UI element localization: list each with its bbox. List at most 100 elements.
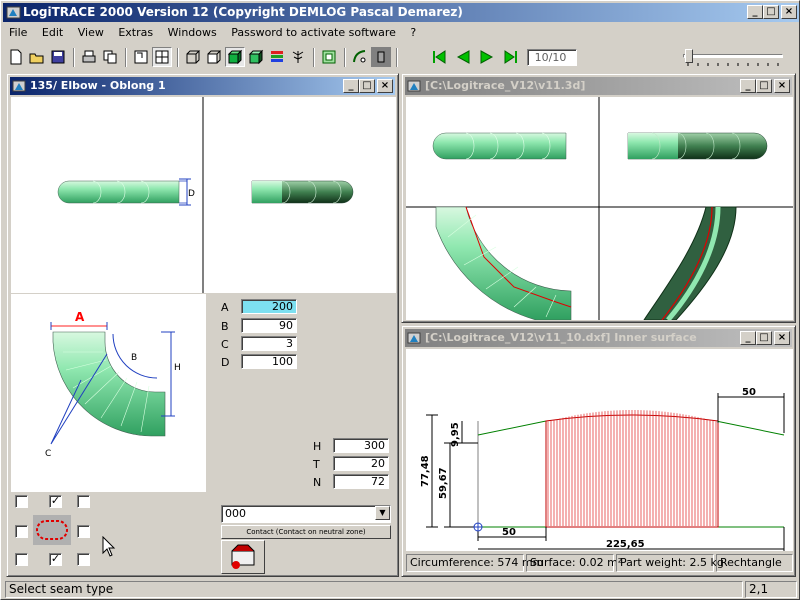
menu-password[interactable]: Password to activate software (231, 26, 396, 39)
param-h-field[interactable]: 300 (333, 438, 389, 453)
contact-button[interactable]: Contact (Contact on neutral zone) (221, 525, 391, 539)
app-titlebar[interactable]: LogiTRACE 2000 Version 12 (Copyright DEM… (3, 3, 799, 22)
3d-elbow-drawing (406, 97, 793, 322)
dim-h-label: H (174, 363, 181, 373)
minimize-button[interactable]: _ (343, 79, 359, 93)
page-counter: 10/10 (527, 49, 577, 66)
maximize-button[interactable]: □ (359, 79, 375, 93)
dim-b-label: B (131, 353, 137, 363)
dim-top-label: 50 (742, 387, 756, 398)
shaded-cube-icon[interactable] (225, 47, 245, 67)
curve-icon[interactable] (350, 47, 370, 67)
3d-window-titlebar[interactable]: [C:\Logitrace_V12\v11.3d] _ □ × (405, 77, 792, 95)
menu-windows[interactable]: Windows (168, 26, 217, 39)
shape-info: Rechtangle (716, 554, 793, 572)
dxf-canvas: 50 77,48 59,67 9,95 50 225,65 (406, 349, 793, 551)
maximize-button[interactable]: □ (756, 331, 772, 345)
single-view-icon[interactable] (131, 47, 151, 67)
seam-checkbox-bottom-middle[interactable]: ✓ (49, 553, 62, 566)
previous-page-icon[interactable] (453, 47, 473, 67)
chevron-down-icon[interactable]: ▼ (375, 506, 390, 520)
window-app-icon (12, 80, 26, 92)
seam-type-value: 000 (225, 507, 246, 520)
gray-tool-icon[interactable] (371, 47, 391, 67)
param-t-field[interactable]: 20 (333, 456, 389, 471)
close-button[interactable]: × (781, 5, 797, 19)
app-icon (6, 6, 21, 19)
tree-icon[interactable] (288, 47, 308, 67)
mouse-cursor-icon (102, 536, 116, 557)
maximize-button[interactable]: □ (756, 79, 772, 93)
minimize-button[interactable]: _ (747, 5, 763, 19)
param-a-field[interactable]: 200 (241, 299, 297, 314)
dim-bottom-total-label: 225,65 (606, 539, 645, 550)
dim-left-small-label: 9,95 (450, 422, 461, 447)
menu-help[interactable]: ? (410, 26, 416, 39)
seam-checkbox-top-middle[interactable]: ✓ (49, 495, 62, 508)
smooth-cube-icon[interactable] (246, 47, 266, 67)
seam-checkbox-middle-left[interactable] (15, 525, 28, 538)
seam-tool-icon (231, 544, 255, 569)
3d-view-canvas (406, 97, 793, 322)
elbow-top-views: D (11, 97, 396, 293)
seam-checkbox-top-left[interactable] (15, 495, 28, 508)
param-a-label: A (221, 301, 229, 314)
seam-type-combo[interactable]: 000 ▼ (221, 505, 391, 523)
minimize-button[interactable]: _ (740, 79, 756, 93)
param-n-field[interactable]: 72 (333, 474, 389, 489)
close-button[interactable]: × (774, 79, 790, 93)
dim-left-outer-label: 77,48 (420, 455, 431, 487)
menubar: File Edit View Extras Windows Password t… (3, 23, 799, 42)
app-window: LogiTRACE 2000 Version 12 (Copyright DEM… (0, 0, 800, 600)
elbow-window-title: 135/ Elbow - Oblong 1 (30, 79, 166, 92)
copy-icon[interactable] (100, 47, 120, 67)
seam-checkbox-bottom-right[interactable] (77, 553, 90, 566)
3d-view-window: [C:\Logitrace_V12\v11.3d] _ □ × (401, 73, 796, 323)
maximize-button[interactable]: □ (763, 5, 779, 19)
close-button[interactable]: × (377, 79, 393, 93)
menu-view[interactable]: View (78, 26, 104, 39)
elbow-window-titlebar[interactable]: 135/ Elbow - Oblong 1 _ □ × (10, 77, 395, 95)
slider-thumb[interactable] (685, 49, 693, 63)
param-c-field[interactable]: 3 (241, 336, 297, 351)
print-icon[interactable] (79, 47, 99, 67)
new-file-icon[interactable] (6, 47, 26, 67)
open-folder-icon[interactable] (27, 47, 47, 67)
weight-info: Part weight: 2.5 kg (616, 554, 724, 572)
param-c-label: C (221, 338, 229, 351)
next-page-icon[interactable] (477, 47, 497, 67)
flat-pattern-drawing: 50 77,48 59,67 9,95 50 225,65 (420, 387, 785, 551)
frame-icon[interactable] (319, 47, 339, 67)
hidden-cube-icon[interactable] (204, 47, 224, 67)
menu-extras[interactable]: Extras (118, 26, 153, 39)
param-d-label: D (221, 356, 230, 369)
last-page-icon[interactable] (501, 47, 521, 67)
surface-info: Surface: 0.02 m² (526, 554, 622, 572)
save-icon[interactable] (48, 47, 68, 67)
menu-edit[interactable]: Edit (42, 26, 63, 39)
dxf-window-titlebar[interactable]: [C:\Logitrace_V12\v11_10.dxf] Inner surf… (405, 329, 792, 347)
four-views-icon[interactable] (152, 47, 172, 67)
param-b-field[interactable]: 90 (241, 318, 297, 333)
param-d-field[interactable]: 100 (241, 354, 297, 369)
seam-checkbox-middle-right[interactable] (77, 525, 90, 538)
dim-a-label: A (75, 310, 85, 324)
color-layers-icon[interactable] (267, 47, 287, 67)
seam-shape-preview[interactable] (33, 515, 71, 545)
dxf-window: [C:\Logitrace_V12\v11_10.dxf] Inner surf… (401, 325, 796, 577)
dim-left-inner-label: 59,67 (438, 467, 449, 499)
menu-file[interactable]: File (9, 26, 27, 39)
wireframe-cube-icon[interactable] (183, 47, 203, 67)
elbow-side-drawing: A B H C (45, 310, 181, 459)
toolbar: 10/10 (3, 45, 799, 71)
3d-window-title: [C:\Logitrace_V12\v11.3d] (425, 79, 586, 92)
seam-checkbox-top-right[interactable] (77, 495, 90, 508)
seam-tool-button[interactable] (221, 540, 265, 574)
seam-checkbox-bottom-left[interactable] (15, 553, 28, 566)
zoom-slider[interactable] (681, 49, 785, 67)
first-page-icon[interactable] (429, 47, 449, 67)
param-b-label: B (221, 320, 229, 333)
minimize-button[interactable]: _ (740, 331, 756, 345)
close-button[interactable]: × (774, 331, 790, 345)
statusbar: Select seam type 2,1 (3, 580, 799, 599)
